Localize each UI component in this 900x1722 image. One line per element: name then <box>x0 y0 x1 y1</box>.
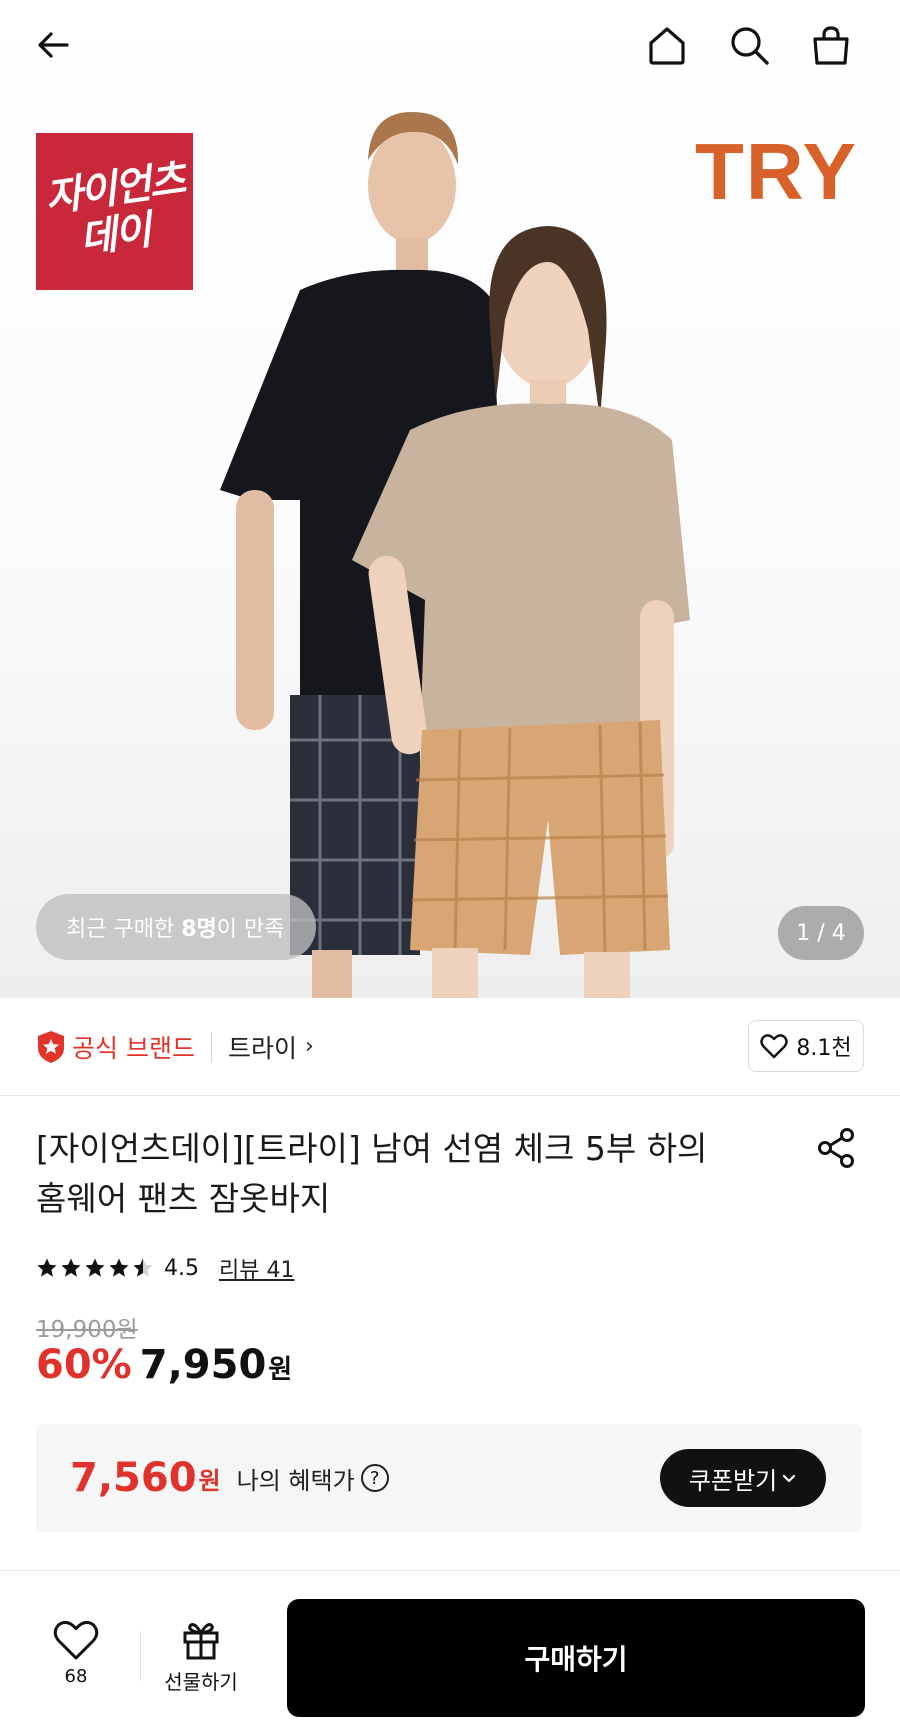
original-price: 19,900원 <box>36 1317 138 1343</box>
product-photo-models <box>220 112 690 998</box>
star-icon <box>61 1258 81 1277</box>
brand-like-button[interactable]: 8.1천 <box>748 1020 864 1072</box>
benefit-currency: 원 <box>198 1466 221 1495</box>
help-icon[interactable]: ? <box>360 1464 389 1492</box>
buy-button[interactable]: 구매하기 <box>287 1599 865 1717</box>
product-title-line-2: 홈웨어 팬츠 잠옷바지 <box>36 1179 331 1218</box>
benefit-label: 나의 혜택가 <box>236 1466 355 1495</box>
rating-value: 4.5 <box>164 1255 199 1281</box>
coupon-button-label: 쿠폰받기 <box>688 1466 778 1495</box>
official-brand-badge: 공식 브랜드 <box>36 1029 195 1065</box>
heart-icon <box>760 1034 789 1059</box>
benefit-price-box: 7,560 원 나의 혜택가 ? 쿠폰받기 <box>36 1424 862 1532</box>
discount-rate: 60% <box>36 1342 132 1388</box>
price-row: 60% 7,950 원 <box>36 1342 292 1388</box>
star-icon <box>85 1258 105 1277</box>
benefit-price: 7,560 <box>70 1455 197 1501</box>
brand-row: 공식 브랜드 트라이 › 8.1천 <box>0 998 900 1096</box>
gift-button[interactable]: 선물하기 <box>158 1619 244 1695</box>
half-star-icon <box>133 1258 153 1277</box>
search-icon[interactable] <box>722 18 776 72</box>
brand-name: 트라이 <box>227 1033 297 1063</box>
star-icon <box>109 1258 129 1277</box>
top-navigation-bar <box>0 0 900 95</box>
review-link[interactable]: 리뷰 41 <box>219 1252 294 1284</box>
gift-label: 선물하기 <box>164 1670 238 1694</box>
heart-icon <box>53 1620 99 1660</box>
official-star-icon <box>38 1030 64 1063</box>
official-brand-label: 공식 브랜드 <box>72 1033 195 1063</box>
brand-like-count: 8.1천 <box>796 1036 852 1061</box>
recent-satisfaction-badge: 최근 구매한 8명 이 만족 <box>36 894 316 960</box>
bottom-action-bar: 68 선물하기 구매하기 <box>0 1570 900 1722</box>
product-title-line-1: [자이언츠데이][트라이] 남여 선염 체크 5부 하의 <box>36 1129 708 1168</box>
star-icon <box>37 1258 57 1277</box>
product-title: [자이언츠데이][트라이] 남여 선염 체크 5부 하의 홈웨어 팬츠 잠옷바지 <box>36 1124 776 1224</box>
shopping-bag-icon[interactable] <box>804 18 858 72</box>
divider <box>210 1031 212 1062</box>
share-icon[interactable] <box>814 1126 858 1170</box>
home-icon[interactable] <box>640 18 694 72</box>
get-coupon-button[interactable]: 쿠폰받기 <box>660 1449 826 1507</box>
chevron-right-icon: › <box>304 1034 314 1059</box>
satisfaction-suffix: 이 만족 <box>216 917 285 942</box>
rating-row: 4.5 리뷰 41 <box>36 1252 294 1284</box>
satisfaction-prefix: 최근 구매한 <box>66 917 175 942</box>
wishlist-count: 68 <box>64 1666 88 1687</box>
arrow-left-icon[interactable] <box>26 18 80 72</box>
divider <box>140 1631 141 1681</box>
gift-icon <box>183 1623 219 1660</box>
sale-price: 7,950 <box>139 1342 267 1388</box>
price-currency: 원 <box>268 1355 293 1385</box>
satisfaction-count: 8명 <box>181 917 217 942</box>
image-pager: 1 / 4 <box>778 906 864 960</box>
star-rating <box>36 1257 154 1279</box>
chevron-down-icon <box>783 1474 796 1483</box>
wishlist-button[interactable]: 68 <box>36 1619 116 1687</box>
brand-name-link[interactable]: 트라이 › <box>228 1029 314 1065</box>
product-image[interactable]: 자이언츠 데이 TRY 최근 구매한 8명 이 만족 1 / 4 <box>0 0 900 998</box>
